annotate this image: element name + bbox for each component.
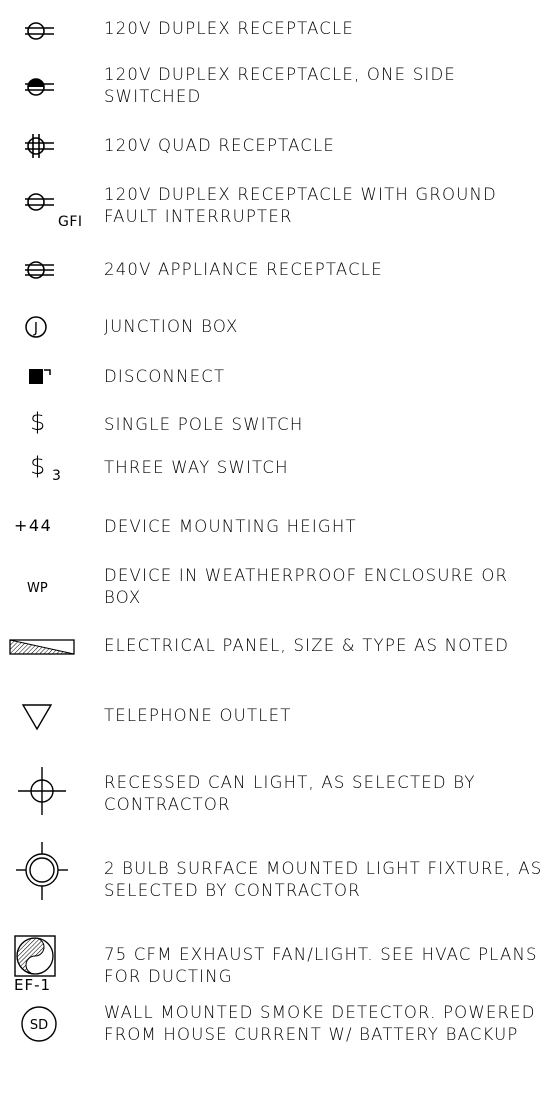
exhaust-fan-icon: EF-1 [0, 930, 100, 994]
legend-row-half-switched-receptacle: 120V DUPLEX RECEPTACLE, ONE SIDE SWITCHE… [0, 62, 547, 112]
smoke-detector-letters: SD [30, 1018, 48, 1033]
legend-label: ELECTRICAL PANEL, SIZE & TYPE AS NOTED [104, 636, 510, 655]
legend-label: 240V APPLIANCE RECEPTACLE [104, 260, 383, 279]
legend-row-exhaust-fan: EF-1 75 CFM EXHAUST FAN/LIGHT. SEE HVAC … [0, 930, 547, 994]
legend-label: WALL MOUNTED SMOKE DETECTOR. POWERED FRO… [104, 1003, 536, 1044]
legend-label: 120V DUPLEX RECEPTACLE, ONE SIDE SWITCHE… [104, 65, 457, 106]
dollar-symbol: $ [30, 408, 46, 436]
legend-label: 2 BULB SURFACE MOUNTED LIGHT FIXTURE, AS… [104, 859, 543, 900]
appliance-receptacle-icon [0, 250, 100, 290]
ef-tag: EF-1 [14, 976, 52, 994]
legend-row-telephone-outlet: TELEPHONE OUTLET [0, 700, 547, 736]
gfi-label: GFI [58, 214, 83, 230]
recessed-can-light-icon [0, 762, 100, 822]
legend-label: 75 CFM EXHAUST FAN/LIGHT. SEE HVAC PLANS… [104, 945, 538, 986]
mounting-height-text: +44 [14, 516, 53, 535]
legend-row-weatherproof: WP DEVICE IN WEATHERPROOF ENCLOSURE OR B… [0, 563, 547, 613]
legend-row-disconnect: DISCONNECT [0, 362, 547, 392]
surface-light-fixture-icon [0, 836, 100, 906]
electrical-legend: 120V DUPLEX RECEPTACLE 120V DUPLEX RECEP… [0, 0, 547, 1104]
junction-box-icon: J [0, 308, 100, 348]
subscript-three: 3 [52, 468, 61, 484]
legend-row-smoke-detector: SD WALL MOUNTED SMOKE DETECTOR. POWERED … [0, 1002, 547, 1092]
dollar-symbol: $ [30, 452, 46, 480]
wp-text: WP [27, 581, 48, 596]
disconnect-icon [0, 362, 100, 392]
telephone-outlet-icon [0, 700, 100, 736]
smoke-detector-icon: SD [0, 1002, 100, 1092]
weatherproof-icon: WP [0, 563, 100, 613]
single-pole-switch-icon: $ [0, 408, 100, 442]
legend-row-mounting-height: +44 DEVICE MOUNTING HEIGHT [0, 512, 547, 542]
legend-label: THREE WAY SWITCH [104, 458, 289, 477]
legend-row-three-way-switch: $ 3 THREE WAY SWITCH [0, 452, 547, 488]
legend-row-recessed-can-light: RECESSED CAN LIGHT, AS SELECTED BY CONTR… [0, 762, 547, 822]
legend-row-electrical-panel: ELECTRICAL PANEL, SIZE & TYPE AS NOTED [0, 632, 547, 662]
mounting-height-icon: +44 [0, 512, 100, 542]
electrical-panel-icon [0, 632, 100, 662]
legend-row-appliance-receptacle: 240V APPLIANCE RECEPTACLE [0, 250, 547, 290]
half-switched-receptacle-icon [0, 62, 100, 112]
quad-receptacle-icon [0, 126, 100, 166]
legend-row-junction-box: J JUNCTION BOX [0, 308, 547, 348]
duplex-receptacle-icon [0, 12, 100, 48]
legend-label: 120V QUAD RECEPTACLE [104, 136, 336, 155]
three-way-switch-icon: $ 3 [0, 452, 100, 488]
legend-label: DEVICE IN WEATHERPROOF ENCLOSURE OR BOX [104, 566, 509, 607]
junction-box-letter: J [33, 321, 38, 337]
legend-label: JUNCTION BOX [104, 317, 239, 336]
legend-label: RECESSED CAN LIGHT, AS SELECTED BY CONTR… [104, 773, 476, 814]
legend-row-quad-receptacle: 120V QUAD RECEPTACLE [0, 126, 547, 166]
legend-row-single-pole-switch: $ SINGLE POLE SWITCH [0, 408, 547, 442]
legend-label: 120V DUPLEX RECEPTACLE WITH GROUND FAULT… [104, 185, 497, 226]
legend-row-duplex-receptacle: 120V DUPLEX RECEPTACLE [0, 12, 547, 48]
legend-row-surface-light-fixture: 2 BULB SURFACE MOUNTED LIGHT FIXTURE, AS… [0, 836, 547, 906]
legend-label: DEVICE MOUNTING HEIGHT [104, 517, 357, 536]
legend-label: SINGLE POLE SWITCH [104, 415, 304, 434]
legend-label: DISCONNECT [104, 367, 226, 386]
legend-label: 120V DUPLEX RECEPTACLE [104, 19, 355, 38]
legend-row-gfi-receptacle: GFI 120V DUPLEX RECEPTACLE WITH GROUND F… [0, 182, 547, 234]
gfi-receptacle-icon: GFI [0, 182, 100, 234]
legend-label: TELEPHONE OUTLET [104, 706, 292, 725]
